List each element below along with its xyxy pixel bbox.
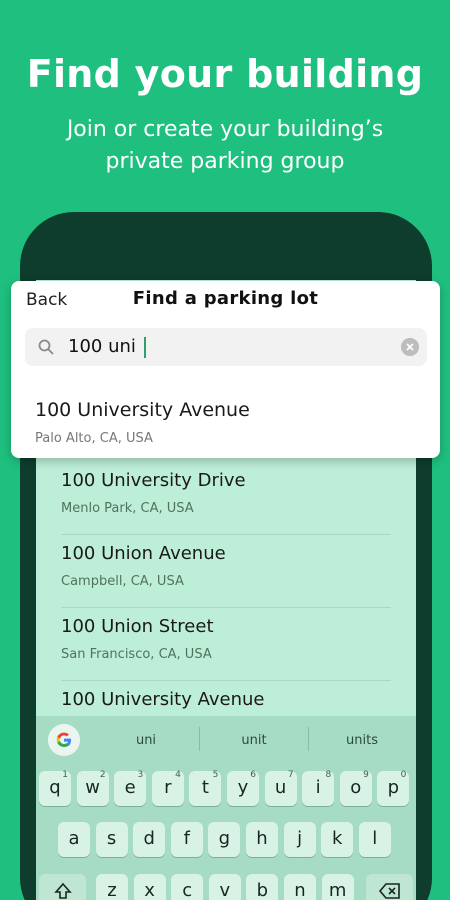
result-name: 100 Union Street: [61, 616, 214, 637]
search-icon: [38, 339, 54, 355]
key-hint: 8: [325, 770, 332, 780]
result-address: Palo Alto, CA, USA: [35, 431, 153, 446]
key-d[interactable]: d: [133, 822, 166, 857]
page-title: Find a parking lot: [132, 288, 319, 309]
key-a[interactable]: a: [58, 822, 90, 857]
key-u[interactable]: u7: [264, 770, 297, 806]
key-c[interactable]: c: [171, 874, 204, 900]
key-h[interactable]: h: [246, 822, 278, 857]
key-e[interactable]: e3: [114, 770, 147, 806]
key-b[interactable]: b: [246, 874, 279, 900]
result-name: 100 Union Avenue: [61, 543, 226, 564]
key-s[interactable]: s: [95, 822, 128, 857]
shift-key[interactable]: [39, 874, 86, 900]
key-hint: 2: [99, 770, 106, 780]
key-k[interactable]: k: [321, 822, 354, 857]
key-t[interactable]: t5: [189, 770, 222, 806]
result-address: San Francisco, CA, USA: [61, 647, 212, 662]
backspace-key[interactable]: [366, 874, 413, 900]
key-l[interactable]: l: [358, 822, 391, 857]
keyboard: uni unit units q1w2e3r4t5y6u7i8o9p0 asdfg…: [36, 716, 416, 900]
list-item[interactable]: 100 Union Street San Francisco, CA, USA: [61, 608, 391, 681]
suggestion-bar: uni unit units: [36, 716, 416, 762]
key-y[interactable]: y6: [227, 770, 259, 806]
hero-title: Find your building: [26, 52, 424, 96]
top-result-item[interactable]: 100 University Avenue Palo Alto, CA, USA: [35, 399, 425, 446]
clear-icon[interactable]: [401, 338, 419, 356]
key-hint: 1: [62, 770, 68, 780]
key-o[interactable]: o9: [339, 770, 372, 806]
result-name: 100 University Drive: [61, 470, 246, 491]
key-v[interactable]: v: [208, 874, 241, 900]
result-name: 100 University Avenue: [61, 689, 265, 710]
key-x[interactable]: x: [133, 874, 166, 900]
suggestion-2[interactable]: unit: [204, 733, 304, 748]
search-card: Back Find a parking lot 100 University A…: [11, 281, 440, 458]
suggestion-1[interactable]: uni: [96, 733, 196, 748]
key-g[interactable]: g: [208, 822, 241, 857]
shift-icon: [53, 882, 72, 899]
key-r[interactable]: r4: [151, 770, 184, 806]
suggestion-3[interactable]: units: [312, 733, 412, 748]
key-z[interactable]: z: [96, 874, 128, 900]
backspace-icon: [378, 883, 400, 899]
search-input[interactable]: [68, 328, 388, 366]
results-list: 100 University Drive Menlo Park, CA, USA…: [61, 462, 391, 754]
list-item[interactable]: 100 University Drive Menlo Park, CA, USA: [61, 462, 391, 535]
key-hint: 3: [137, 770, 144, 780]
list-item[interactable]: 100 Union Avenue Campbell, CA, USA: [61, 535, 391, 608]
key-hint: 6: [250, 770, 256, 780]
key-hint: 5: [212, 770, 219, 780]
result-address: Menlo Park, CA, USA: [61, 501, 194, 516]
key-i[interactable]: i8: [302, 770, 335, 806]
key-n[interactable]: n: [284, 874, 316, 900]
search-bar[interactable]: [25, 328, 427, 366]
hero-subtitle: Join or create your building’s private p…: [66, 117, 384, 174]
key-hint: 7: [287, 770, 294, 780]
key-hint: 9: [363, 770, 369, 780]
google-icon[interactable]: [48, 724, 80, 756]
key-w[interactable]: w2: [76, 770, 109, 806]
key-hint: 4: [175, 770, 181, 780]
divider: [199, 727, 200, 751]
result-address: Campbell, CA, USA: [61, 574, 184, 589]
key-q[interactable]: q1: [39, 770, 71, 806]
key-f[interactable]: f: [170, 822, 203, 857]
key-p[interactable]: p0: [377, 770, 410, 806]
text-caret: [144, 337, 146, 358]
divider: [308, 727, 309, 751]
key-hint: 0: [400, 770, 407, 780]
key-m[interactable]: m: [321, 874, 354, 900]
key-j[interactable]: j: [283, 822, 316, 857]
result-name: 100 University Avenue: [35, 399, 250, 421]
